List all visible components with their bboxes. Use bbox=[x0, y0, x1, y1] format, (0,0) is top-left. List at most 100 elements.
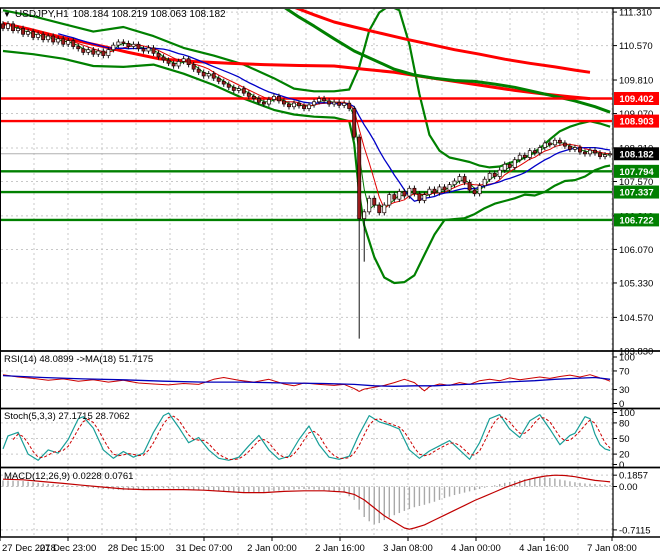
candle-body bbox=[417, 193, 422, 201]
candle-body bbox=[332, 101, 337, 105]
candle-body bbox=[121, 41, 126, 44]
stoch-scale-label: 80 bbox=[619, 418, 630, 429]
candle-body bbox=[91, 49, 96, 55]
candle-body bbox=[297, 102, 301, 107]
bollinger-lower-line bbox=[2, 49, 611, 285]
rsi-signal-line bbox=[2, 374, 611, 387]
candle-body bbox=[588, 149, 592, 155]
candle-body bbox=[593, 149, 597, 154]
candle-body bbox=[557, 139, 562, 144]
candle-body bbox=[462, 176, 467, 183]
candle-body bbox=[11, 23, 15, 31]
candle-body bbox=[151, 47, 156, 54]
rsi-scale-label: 30 bbox=[619, 385, 630, 396]
time-tick-label: 7 Jan 08:00 bbox=[587, 543, 637, 554]
candle-body bbox=[221, 81, 226, 85]
candle-body bbox=[186, 58, 191, 65]
candle-body bbox=[287, 103, 291, 108]
time-tick-label: 4 Jan 16:00 bbox=[519, 543, 569, 554]
candle-body bbox=[447, 184, 452, 191]
chart-canvas[interactable]: 111.310110.570109.810109.070108.310107.5… bbox=[0, 0, 660, 560]
candle-body bbox=[337, 101, 342, 106]
price-badge-support-text: 107.794 bbox=[619, 167, 654, 178]
candle-body bbox=[266, 99, 271, 105]
trading-chart-window: 111.310110.570109.810109.070108.310107.5… bbox=[0, 0, 660, 560]
macd-scale-label: -0.7115 bbox=[619, 525, 651, 536]
stoch-scale-label: 100 bbox=[619, 408, 635, 419]
candle-body bbox=[26, 31, 31, 35]
stoch-scale-label: 50 bbox=[619, 434, 630, 445]
candle-body bbox=[282, 100, 286, 105]
candle-body bbox=[191, 64, 196, 70]
candle-body bbox=[21, 28, 26, 35]
candle-body bbox=[16, 28, 21, 31]
candle-body bbox=[241, 88, 246, 94]
candle-body bbox=[542, 142, 547, 148]
candle-body bbox=[387, 194, 392, 206]
candle-body bbox=[31, 31, 36, 38]
candle-body bbox=[206, 73, 211, 77]
candle-body bbox=[1, 23, 5, 29]
candle-body bbox=[487, 172, 492, 180]
candle-body bbox=[106, 49, 111, 56]
candle-body bbox=[583, 151, 587, 155]
candle-body bbox=[603, 154, 607, 157]
price-tick-label: 111.310 bbox=[619, 8, 652, 19]
candle-body bbox=[171, 62, 176, 67]
candle-body bbox=[467, 182, 472, 191]
candle-body bbox=[377, 204, 382, 214]
macd-signal-line bbox=[2, 474, 611, 530]
candle-body bbox=[507, 163, 512, 168]
candle-body bbox=[567, 145, 572, 150]
macd-scale-label: 0.00 bbox=[619, 482, 638, 493]
candle-body bbox=[347, 102, 352, 109]
candle-body bbox=[562, 142, 567, 147]
candle-body bbox=[512, 159, 517, 168]
candle-body bbox=[56, 38, 61, 43]
candle-body bbox=[86, 49, 91, 53]
candle-body bbox=[246, 92, 251, 97]
candle-body bbox=[522, 154, 527, 158]
candle-body bbox=[457, 176, 462, 182]
candle-body bbox=[226, 83, 231, 88]
candle-body bbox=[312, 101, 317, 106]
candle-body bbox=[96, 50, 101, 55]
candle-body bbox=[251, 95, 256, 99]
candle-body bbox=[211, 73, 216, 79]
candle-body bbox=[477, 185, 482, 195]
candle-body bbox=[482, 178, 487, 186]
time-tick-label: 2 Jan 00:00 bbox=[247, 543, 297, 554]
candle-body bbox=[527, 150, 532, 158]
candle-body bbox=[231, 86, 236, 91]
candle-body bbox=[111, 44, 116, 51]
candle-body bbox=[357, 136, 362, 219]
time-tick-label: 2 Jan 16:00 bbox=[315, 543, 365, 554]
time-tick-label: 28 Dec 15:00 bbox=[108, 543, 165, 554]
candle-body bbox=[302, 105, 306, 109]
candle-body bbox=[407, 187, 412, 197]
candle-body bbox=[156, 52, 161, 58]
candle-body bbox=[382, 204, 387, 214]
candle-body bbox=[372, 197, 377, 206]
candle-body bbox=[181, 58, 186, 62]
candle-body bbox=[402, 191, 407, 197]
candle-body bbox=[367, 197, 372, 213]
rsi-scale-label: 100 bbox=[619, 353, 635, 364]
candle-body bbox=[6, 23, 10, 29]
candle-body bbox=[101, 50, 106, 56]
candle-body bbox=[276, 95, 281, 102]
candle-body bbox=[146, 47, 151, 52]
candle-body bbox=[66, 40, 71, 45]
candle-body bbox=[362, 211, 367, 219]
time-tick-label: 4 Jan 00:00 bbox=[451, 543, 501, 554]
candle-body bbox=[422, 194, 427, 201]
candle-body bbox=[578, 147, 582, 153]
candle-body bbox=[472, 189, 477, 195]
candle-body bbox=[552, 139, 557, 146]
candle-body bbox=[492, 172, 497, 177]
candle-body bbox=[61, 38, 66, 45]
candle-body bbox=[452, 180, 457, 186]
time-tick-label: 31 Dec 07:00 bbox=[176, 543, 233, 554]
candle-body bbox=[397, 191, 402, 200]
dropdown-arrow-icon[interactable]: ▼ bbox=[3, 10, 11, 20]
